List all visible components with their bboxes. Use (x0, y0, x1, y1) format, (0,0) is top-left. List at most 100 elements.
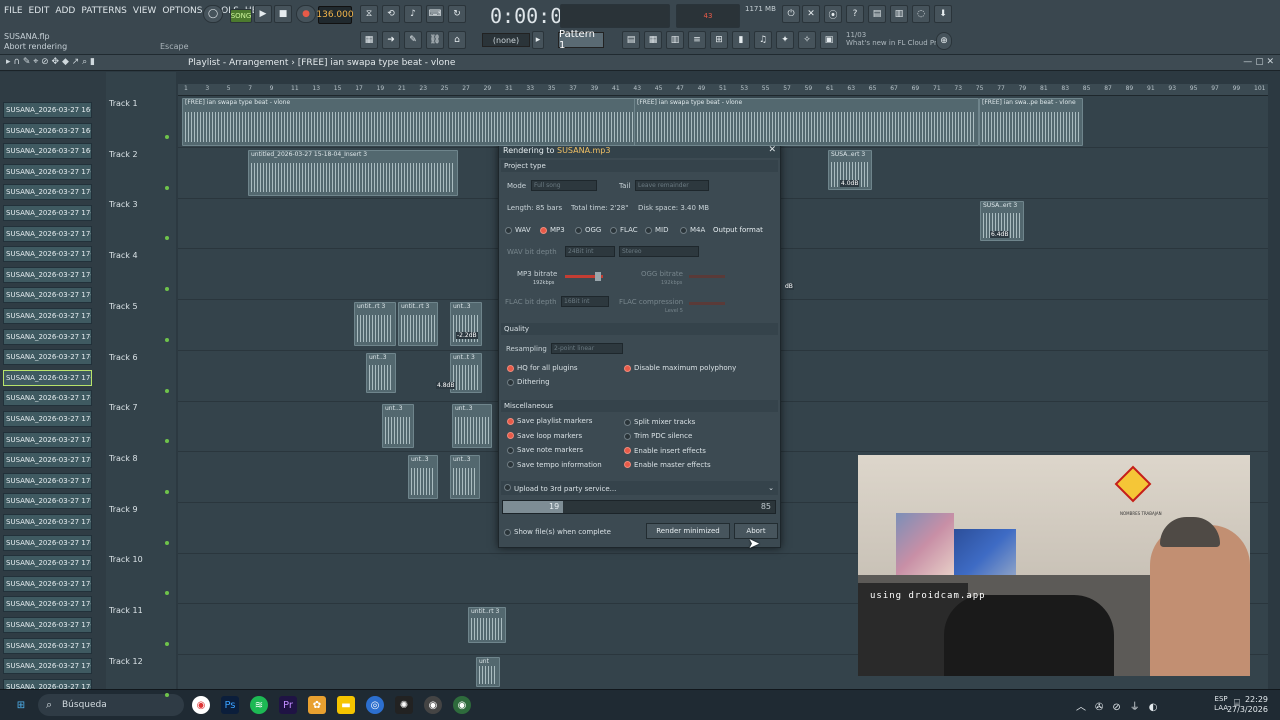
loop-record-icon[interactable]: ↻ (448, 5, 466, 23)
track-header[interactable]: Track 12 (109, 657, 169, 697)
arrow-icon[interactable]: ➜ (382, 31, 400, 49)
clip-item[interactable]: SUSANA_2026-03-27 17- (3, 349, 92, 366)
mp3-slider[interactable] (565, 272, 603, 281)
chrome-profile-2-icon[interactable]: ◉ (424, 696, 442, 714)
language-indicator[interactable]: ESP LAA (1214, 695, 1228, 713)
chrome-profile-3-icon[interactable]: ◉ (453, 696, 471, 714)
clip-item[interactable]: SUSANA_2026-03-27 17- (3, 534, 92, 551)
show-files-option[interactable]: Show file(s) when complete (504, 528, 611, 536)
clip-item[interactable]: SUSANA_2026-03-27 17- (3, 287, 92, 304)
mixer-view-icon[interactable]: ≡ (688, 31, 706, 49)
audio-clip[interactable]: unt..3 (452, 404, 492, 448)
menu-options[interactable]: OPTIONS (162, 6, 202, 16)
save-icon[interactable]: ▤ (868, 5, 886, 23)
clip-item[interactable]: SUSANA_2026-03-27 17- (3, 658, 92, 675)
stamp-icon[interactable]: ⌂ (448, 31, 466, 49)
format-option-ogg[interactable]: OGG (575, 226, 601, 234)
disable-polyphony-option[interactable]: Disable maximum polyphony (624, 364, 736, 372)
mode-select[interactable]: Full song (531, 180, 597, 191)
clip-item[interactable]: SUSANA_2026-03-27 17- (3, 617, 92, 633)
mic-icon[interactable]: ⦿ (824, 5, 842, 23)
audio-clip[interactable]: unt..3 (450, 302, 482, 346)
help-icon[interactable]: ? (846, 5, 864, 23)
mixer-icon[interactable]: ▥ (890, 5, 908, 23)
format-option-flac[interactable]: FLAC (610, 226, 638, 234)
track-led-icon[interactable] (165, 642, 169, 646)
track-led-icon[interactable] (165, 388, 169, 393)
clip-item[interactable]: SUSANA_2026-03-27 17- (3, 184, 92, 201)
audio-clip[interactable]: untitled_2026-03-27 15-18-04_Insert 3 (248, 150, 458, 196)
chrome-profile-icon[interactable]: ◎ (366, 696, 384, 714)
dithering-option[interactable]: Dithering (507, 378, 550, 386)
ogg-slider[interactable] (689, 275, 725, 278)
misc-option[interactable]: Save tempo information (507, 461, 602, 469)
clip-item[interactable]: SUSANA_2026-03-27 17- (3, 369, 92, 386)
clip-item[interactable]: SUSANA_2026-03-27 17- (3, 493, 92, 510)
clip-item[interactable]: SUSANA_2026-03-27 16- (3, 143, 92, 160)
clip-item[interactable]: SUSANA_2026-03-27 16- (3, 122, 92, 139)
piano-roll-icon[interactable]: ▦ (360, 31, 378, 49)
clip-item[interactable]: SUSANA_2026-03-27 17- (3, 308, 92, 324)
audio-clip[interactable]: unt..3 (366, 353, 396, 393)
track-led-icon[interactable] (165, 135, 169, 139)
video-icon[interactable]: ▣ (820, 31, 838, 49)
track-header[interactable]: Track 5 (109, 302, 169, 342)
track-header[interactable]: Track 11 (109, 606, 169, 646)
clip-item[interactable]: SUSANA_2026-03-27 17- (3, 225, 92, 242)
wav-depth-select[interactable]: 24Bit int (565, 246, 615, 257)
play-icon[interactable]: ▶ (254, 5, 272, 23)
clip-item[interactable]: SUSANA_2026-03-27 17- (3, 205, 92, 221)
format-option-m4a[interactable]: M4A (680, 226, 705, 234)
flac-depth-select[interactable]: 16Bit int (561, 296, 609, 307)
menu-add[interactable]: ADD (55, 6, 75, 16)
browser-icon[interactable]: ✕ (802, 5, 820, 23)
misc-option[interactable]: Trim PDC silence (624, 432, 692, 440)
windows-start-icon[interactable]: ⊞ (12, 696, 30, 714)
snap-select[interactable]: (none) (482, 33, 530, 47)
playlist-icon[interactable]: ▤ (622, 31, 640, 49)
song-mode-button[interactable]: SONG (230, 9, 252, 23)
track-led-icon[interactable] (165, 185, 169, 190)
audio-clip[interactable]: untit..rt 3 (354, 302, 396, 346)
brush-icon[interactable]: ✎ (404, 31, 422, 49)
track-led-icon[interactable] (165, 489, 169, 494)
clip-item[interactable]: SUSANA_2026-03-27 17- (3, 431, 92, 448)
clip-item[interactable]: SUSANA_2026-03-27 17- (3, 555, 92, 572)
close-icon[interactable]: ✕ (768, 145, 776, 155)
pattern-selector[interactable]: Pattern 1 (558, 29, 604, 51)
pattern-song-toggle-icon[interactable]: ◯ (203, 5, 223, 23)
misc-option[interactable]: Save note markers (507, 446, 583, 454)
track-header[interactable]: Track 9 (109, 505, 169, 545)
pattern-arrow-icon[interactable]: ▸ (532, 31, 544, 49)
track-led-icon[interactable] (165, 692, 169, 697)
online-icon[interactable]: ⏻ (782, 5, 800, 23)
menu-view[interactable]: VIEW (133, 6, 156, 16)
track-header[interactable]: Track 1 (109, 99, 169, 139)
misc-option[interactable]: Split mixer tracks (624, 418, 695, 426)
misc-option[interactable]: Save loop markers (507, 432, 582, 440)
clip-item[interactable]: SUSANA_2026-03-27 17- (3, 246, 92, 263)
premiere-icon[interactable]: Pr (279, 696, 297, 714)
plugin-picker-icon[interactable]: ▮ (732, 31, 750, 49)
channel-rack-icon[interactable]: ▦ (644, 31, 662, 49)
clip-item[interactable]: SUSANA_2026-03-27 16- (3, 102, 92, 118)
format-option-mid[interactable]: MID (645, 226, 669, 234)
misc-option[interactable]: Enable master effects (624, 461, 711, 469)
format-option-mp3[interactable]: MP3 (540, 226, 565, 234)
menu-patterns[interactable]: PATTERNS (81, 6, 127, 16)
clip-item[interactable]: SUSANA_2026-03-27 17- (3, 452, 92, 469)
timeline-ruler[interactable]: 1 3 5 7 9 11 13 15 17 19 21 23 25 27 29 31 33 35 37 39 41 43 4… (178, 84, 1268, 96)
wait-input-icon[interactable]: ⟲ (382, 5, 400, 23)
stop-icon[interactable]: ■ (274, 5, 292, 23)
fl-studio-icon[interactable]: ✿ (308, 696, 326, 714)
news-panel[interactable]: 11/03 What's new in FL Cloud Pro? (846, 31, 945, 47)
misc-option[interactable]: Save playlist markers (507, 417, 592, 425)
browser-view-icon[interactable]: ⊞ (710, 31, 728, 49)
track-header[interactable]: Track 3 (109, 200, 169, 241)
clock[interactable]: 22:29 27/3/2026 (1227, 695, 1268, 715)
clip-item[interactable]: SUSANA_2026-03-27 17- (3, 266, 92, 283)
app-icon[interactable]: ✺ (395, 696, 413, 714)
link-icon[interactable]: ⛓ (426, 31, 444, 49)
plugin-icon[interactable]: ✦ (776, 31, 794, 49)
clip-item[interactable]: SUSANA_2026-03-27 17- (3, 411, 92, 427)
